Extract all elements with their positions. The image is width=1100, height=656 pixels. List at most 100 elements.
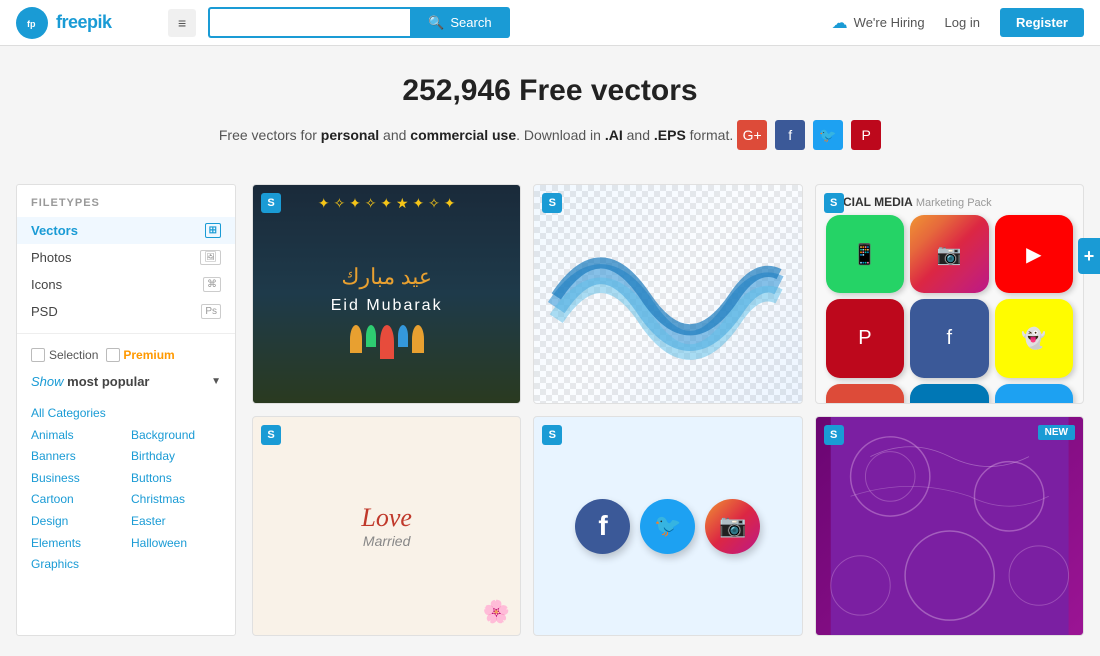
header: fp freepik ≡ 🔍 Search ☁ We're Hiring Log… — [0, 0, 1100, 46]
selection-row: Selection Premium — [17, 342, 235, 368]
premium-label: Premium — [123, 348, 174, 362]
youtube-app-icon: ▶ — [995, 215, 1073, 293]
cat-animals[interactable]: Animals — [31, 425, 121, 447]
login-button[interactable]: Log in — [937, 11, 988, 34]
social-card-inner: SOCIAL MEDIA Marketing Pack 📱 📷 ▶ P f 👻 … — [816, 185, 1083, 403]
hiring-label: We're Hiring — [854, 15, 925, 30]
hero-section: 252,946 Free vectors Free vectors for pe… — [0, 46, 1100, 184]
selection-checkbox-label[interactable]: Selection — [31, 348, 98, 362]
flowers-decoration: 🌸 — [483, 599, 510, 625]
hiring-link[interactable]: ☁ We're Hiring — [832, 13, 925, 33]
cat-graphics[interactable]: Graphics — [31, 554, 121, 576]
grid-item-eid[interactable]: S ✦ ✧ ✦ ✧ ✦ ★ ✦ ✧ ✦ عيد مبارك Eid Mubara… — [252, 184, 521, 404]
search-icon: 🔍 — [428, 15, 444, 31]
hero-eps: .EPS — [654, 127, 686, 143]
mosque-2 — [366, 325, 376, 347]
twitter-icon[interactable]: 🐦 — [813, 120, 843, 150]
new-badge: NEW — [1038, 425, 1075, 440]
categories-right-col: Background Birthday Buttons Christmas Ea… — [131, 425, 221, 576]
logo-area: fp freepik — [16, 7, 156, 39]
photos-icon: 🖼 — [200, 250, 221, 265]
vectors-label: Vectors — [31, 223, 78, 238]
cat-easter[interactable]: Easter — [131, 511, 221, 533]
logo-text: freepik — [56, 12, 112, 33]
pinterest-icon[interactable]: P — [851, 120, 881, 150]
filetype-vectors[interactable]: Vectors ⊞ — [17, 217, 235, 244]
cat-banners[interactable]: Banners — [31, 446, 121, 468]
search-input[interactable] — [208, 7, 410, 38]
cat-background[interactable]: Background — [131, 425, 221, 447]
hero-ai: .AI — [605, 127, 623, 143]
married-text: Married — [361, 533, 412, 549]
filetype-icons[interactable]: Icons ⌘ — [17, 271, 235, 298]
search-button[interactable]: 🔍 Search — [410, 7, 509, 38]
dropdown-arrow-icon: ▼ — [211, 376, 221, 387]
search-bar: 🔍 Search — [208, 7, 509, 38]
premium-checkbox-label[interactable]: Premium — [106, 348, 174, 362]
instagram-app-icon: 📷 — [910, 215, 988, 293]
s-badge-fbsocial: S — [542, 425, 562, 445]
wave-card-inner — [534, 185, 801, 403]
s-badge-love: S — [261, 425, 281, 445]
cat-christmas[interactable]: Christmas — [131, 489, 221, 511]
cat-business[interactable]: Business — [31, 468, 121, 490]
google-plus-icon[interactable]: G+ — [737, 120, 767, 150]
psd-label: PSD — [31, 304, 58, 319]
photos-label: Photos — [31, 250, 71, 265]
eid-arabic-text: عيد مبارك — [331, 260, 443, 293]
grid-item-fbsocial[interactable]: S f 🐦 📷 — [533, 416, 802, 636]
wave-svg — [534, 185, 801, 403]
most-popular-label: most popular — [67, 374, 149, 389]
gplus-app-icon: G+ — [826, 384, 904, 404]
show-popular-dropdown[interactable]: Show most popular ▼ — [17, 368, 235, 395]
whatsapp-app-icon: 📱 — [826, 215, 904, 293]
premium-checkbox[interactable] — [106, 348, 120, 362]
grid-item-love[interactable]: S Love Married 🌸 — [252, 416, 521, 636]
linkedin-app-icon: in — [910, 384, 988, 404]
show-label: Show — [31, 374, 64, 389]
love-card-inner: Love Married 🌸 — [253, 417, 520, 635]
hero-personal: personal — [321, 127, 379, 143]
eid-content: عيد مبارك Eid Mubarak — [331, 260, 443, 315]
mosque-4 — [398, 325, 408, 347]
icons-label: Icons — [31, 277, 62, 292]
svg-text:fp: fp — [27, 19, 36, 29]
instagram-big-icon: 📷 — [705, 499, 760, 554]
cat-buttons[interactable]: Buttons — [131, 468, 221, 490]
grid-item-purple[interactable]: S NEW — [815, 416, 1084, 636]
icons-icon: ⌘ — [203, 277, 221, 292]
logo-icon: fp — [16, 7, 48, 39]
snapchat-app-icon: 👻 — [995, 299, 1073, 377]
grid-item-wave[interactable]: S — [533, 184, 802, 404]
filetype-psd[interactable]: PSD Ps — [17, 298, 235, 325]
categories-section: All Categories Animals Banners Business … — [17, 395, 235, 580]
category-all[interactable]: All Categories — [31, 403, 221, 425]
register-button[interactable]: Register — [1000, 8, 1084, 37]
hero-social-icons: G+ f 🐦 P — [737, 120, 881, 150]
love-text: Love — [361, 503, 412, 533]
twitter-app-icon: 🐦 — [995, 384, 1073, 404]
sidebar-divider — [17, 333, 235, 334]
selection-checkbox[interactable] — [31, 348, 45, 362]
filetype-photos[interactable]: Photos 🖼 — [17, 244, 235, 271]
selection-label: Selection — [49, 348, 98, 362]
main-content: FILETYPES Vectors ⊞ Photos 🖼 Icons ⌘ PSD… — [0, 184, 1100, 656]
cat-halloween[interactable]: Halloween — [131, 533, 221, 555]
facebook-big-icon: f — [575, 499, 630, 554]
grid-item-social[interactable]: S SOCIAL MEDIA Marketing Pack 📱 📷 ▶ P f … — [815, 184, 1084, 404]
purple-pattern-svg — [816, 417, 1083, 635]
eid-mubarak-text: Eid Mubarak — [331, 297, 443, 315]
hero-commercial: commercial use — [410, 127, 516, 143]
hero-description: Free vectors for personal and commercial… — [20, 120, 1080, 150]
eid-card-inner: ✦ ✧ ✦ ✧ ✦ ★ ✦ ✧ ✦ عيد مبارك Eid Mubarak — [253, 185, 520, 403]
s-badge-eid: S — [261, 193, 281, 213]
cat-birthday[interactable]: Birthday — [131, 446, 221, 468]
cat-cartoon[interactable]: Cartoon — [31, 489, 121, 511]
expand-sidebar-button[interactable]: + — [1078, 238, 1100, 274]
purple-card-inner — [816, 417, 1083, 635]
facebook-icon[interactable]: f — [775, 120, 805, 150]
cat-design-elements[interactable]: Design Elements — [31, 511, 121, 554]
social-apps-grid: 📱 📷 ▶ P f 👻 G+ in 🐦 — [826, 215, 1073, 404]
s-badge-purple: S — [824, 425, 844, 445]
menu-button[interactable]: ≡ — [168, 9, 196, 37]
